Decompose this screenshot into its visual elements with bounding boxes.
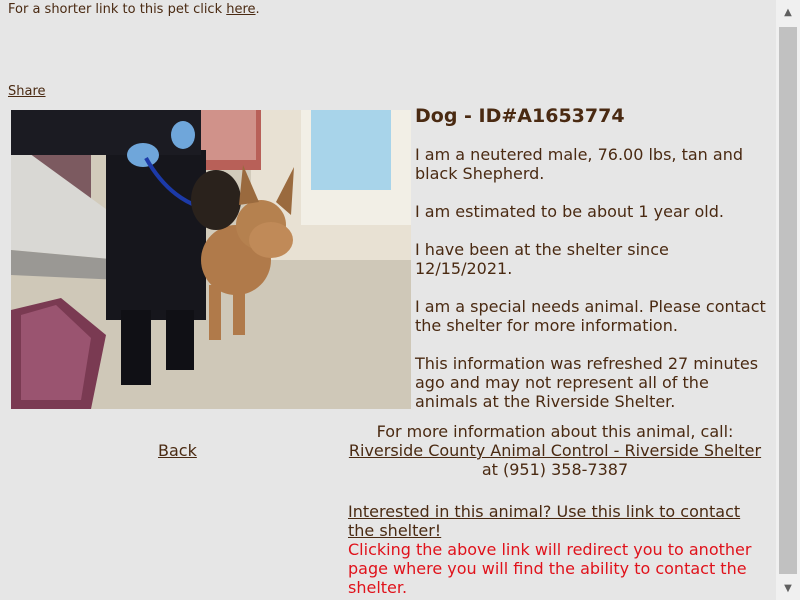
contact-info: For more information about this animal, … [348,422,762,479]
scroll-down-icon[interactable]: ▼ [776,576,800,600]
interest-section: Interested in this animal? Use this link… [348,502,762,597]
pet-age: I am estimated to be about 1 year old. [415,202,724,221]
dog-photo-image [11,110,411,409]
pet-description: I am a neutered male, 76.00 lbs, tan and… [415,145,743,183]
scroll-up-icon[interactable]: ▲ [776,0,800,24]
redirect-warning: Clicking the above link will redirect yo… [348,540,752,597]
pet-photo [11,110,411,409]
short-link-text: For a shorter link to this pet click her… [8,2,260,17]
pet-special-needs: I am a special needs animal. Please cont… [415,297,766,335]
back-link[interactable]: Back [158,441,197,460]
short-link-suffix: . [255,2,260,17]
contact-intro: For more information about this animal, … [376,422,734,441]
short-link-prefix: For a shorter link to this pet click [8,2,227,17]
pet-title: Dog - ID#A1653774 [415,105,625,127]
shelter-link[interactable]: Riverside County Animal Control - Rivers… [349,441,761,460]
vertical-scrollbar[interactable]: ▲ ▼ [776,0,800,600]
refresh-note: This information was refreshed 27 minute… [415,354,759,411]
pet-shelter-since: I have been at the shelter since 12/15/2… [415,240,669,278]
share-link[interactable]: Share [8,84,46,99]
short-link[interactable]: here [226,2,255,17]
pet-info: Dog - ID#A1653774 I am a neutered male, … [415,104,767,430]
interest-link[interactable]: Interested in this animal? Use this link… [348,502,740,540]
shelter-phone: at (951) 358-7387 [481,460,629,479]
scrollbar-thumb[interactable] [779,27,797,574]
